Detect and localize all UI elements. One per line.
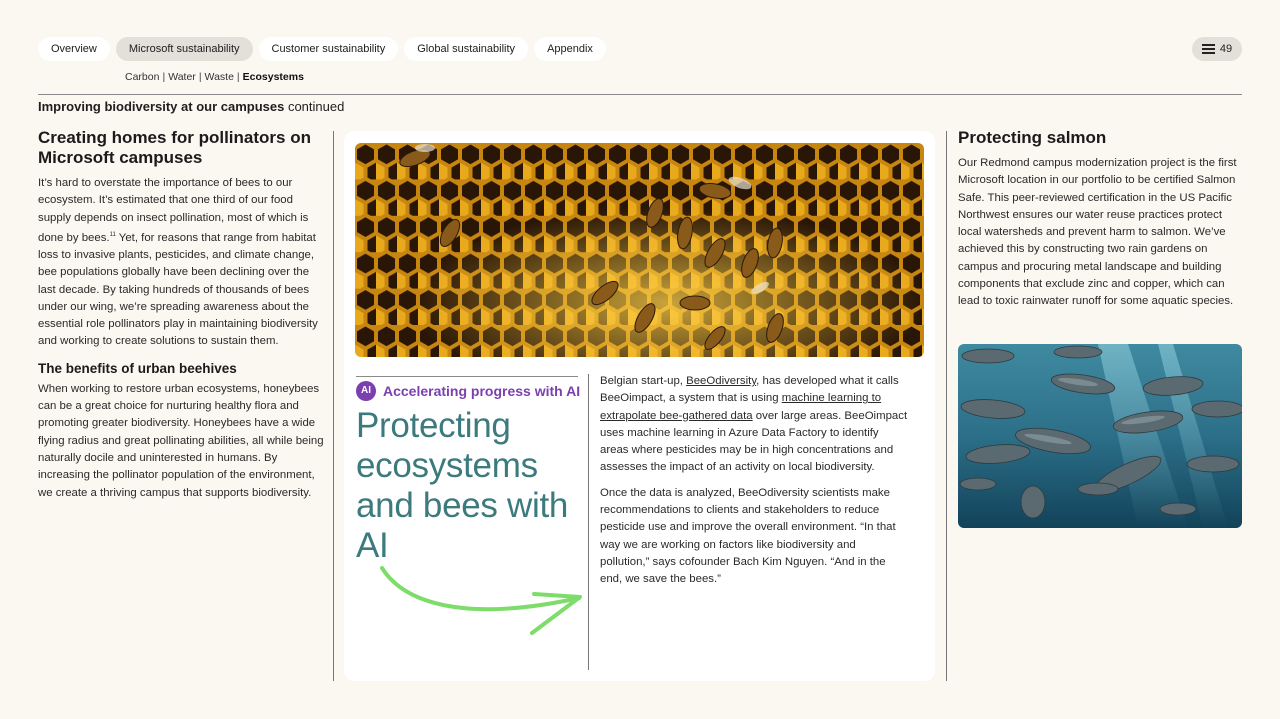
tab-customer-sustainability[interactable]: Customer sustainability — [258, 37, 399, 61]
green-arrow-icon — [380, 566, 582, 635]
subnav-carbon[interactable]: Carbon — [125, 71, 159, 83]
subnav-water[interactable]: Water — [168, 71, 196, 83]
salmon-underwater-image — [958, 344, 1242, 528]
header-divider — [38, 94, 1242, 95]
salmon-paragraph: Our Redmond campus modernization project… — [958, 157, 1237, 308]
card-divider — [588, 374, 589, 670]
beehives-heading: The benefits of urban beehives — [38, 360, 237, 376]
page-menu-button[interactable]: 49 — [1192, 37, 1242, 61]
beeodiversity-paragraph: Belgian start-up, BeeOdiversity, has dev… — [600, 375, 908, 474]
analysis-paragraph: Once the data is analyzed, BeeOdiversity… — [600, 486, 896, 586]
honeycomb-bees-image — [355, 143, 924, 357]
beeodiversity-link[interactable]: BeeOdiversity — [686, 375, 756, 387]
hamburger-menu-icon — [1201, 44, 1215, 54]
tab-appendix[interactable]: Appendix — [534, 37, 606, 61]
ai-feature-card: AI Accelerating progress with AI Protect… — [344, 131, 935, 681]
subnav-ecosystems[interactable]: Ecosystems — [243, 71, 304, 83]
beehives-paragraph: When working to restore urban ecosystems… — [38, 382, 324, 499]
feature-title: Protecting ecosystems and bees with AI — [356, 406, 569, 565]
left-column-divider — [333, 131, 334, 681]
pollinators-heading: Creating homes for pollinators on Micros… — [38, 128, 311, 167]
section-title: Improving biodiversity at our campuses c… — [38, 99, 345, 114]
pollinators-paragraph: It’s hard to overstate the importance of… — [38, 177, 318, 348]
right-column-divider — [946, 131, 947, 681]
tab-global-sustainability[interactable]: Global sustainability — [404, 37, 529, 61]
ai-label-rule — [356, 376, 578, 377]
sub-navigation: Carbon | Water | Waste | Ecosystems — [125, 71, 304, 83]
ai-badge: AI — [356, 381, 376, 401]
subnav-waste[interactable]: Waste — [205, 71, 234, 83]
right-column: Protecting salmon Our Redmond campus mod… — [958, 128, 1242, 311]
ai-label: Accelerating progress with AI — [383, 383, 581, 399]
left-column: Creating homes for pollinators on Micros… — [38, 128, 324, 502]
tab-microsoft-sustainability[interactable]: Microsoft sustainability — [115, 37, 253, 61]
feature-body: Belgian start-up, BeeOdiversity, has dev… — [600, 373, 908, 597]
page-number: 49 — [1219, 43, 1233, 55]
tab-overview[interactable]: Overview — [38, 37, 110, 61]
top-nav: Overview Microsoft sustainability Custom… — [38, 37, 606, 61]
salmon-heading: Protecting salmon — [958, 128, 1107, 147]
